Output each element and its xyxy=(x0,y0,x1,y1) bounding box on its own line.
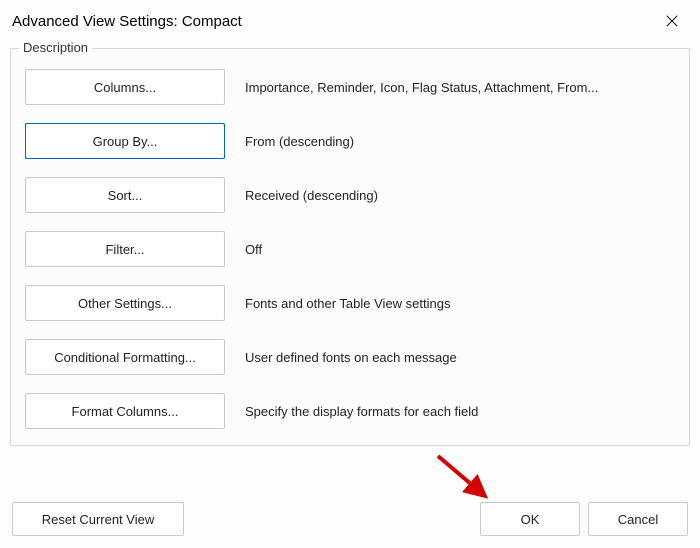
row-conditional-formatting: Conditional Formatting... User defined f… xyxy=(25,339,675,375)
format-columns-button[interactable]: Format Columns... xyxy=(25,393,225,429)
columns-button[interactable]: Columns... xyxy=(25,69,225,105)
group-by-button[interactable]: Group By... xyxy=(25,123,225,159)
sort-desc: Received (descending) xyxy=(245,188,378,203)
dialog-title: Advanced View Settings: Compact xyxy=(12,13,242,30)
row-sort: Sort... Received (descending) xyxy=(25,177,675,213)
dialog-footer: Reset Current View OK Cancel xyxy=(0,502,700,536)
close-button[interactable] xyxy=(658,7,686,35)
other-settings-button[interactable]: Other Settings... xyxy=(25,285,225,321)
reset-current-view-button[interactable]: Reset Current View xyxy=(12,502,184,536)
conditional-formatting-desc: User defined fonts on each message xyxy=(245,350,457,365)
row-other-settings: Other Settings... Fonts and other Table … xyxy=(25,285,675,321)
close-icon xyxy=(665,14,679,28)
ok-button[interactable]: OK xyxy=(480,502,580,536)
format-columns-desc: Specify the display formats for each fie… xyxy=(245,404,478,419)
row-group-by: Group By... From (descending) xyxy=(25,123,675,159)
conditional-formatting-button[interactable]: Conditional Formatting... xyxy=(25,339,225,375)
row-format-columns: Format Columns... Specify the display fo… xyxy=(25,393,675,429)
titlebar: Advanced View Settings: Compact xyxy=(0,0,700,42)
footer-left: Reset Current View xyxy=(12,502,184,536)
filter-desc: Off xyxy=(245,242,262,257)
other-settings-desc: Fonts and other Table View settings xyxy=(245,296,450,311)
description-fieldset: Description Columns... Importance, Remin… xyxy=(10,48,690,446)
filter-button[interactable]: Filter... xyxy=(25,231,225,267)
columns-desc: Importance, Reminder, Icon, Flag Status,… xyxy=(245,80,598,95)
fieldset-legend: Description xyxy=(19,40,92,55)
footer-right: OK Cancel xyxy=(480,502,688,536)
sort-button[interactable]: Sort... xyxy=(25,177,225,213)
annotation-arrow-icon xyxy=(430,448,500,508)
group-by-desc: From (descending) xyxy=(245,134,354,149)
cancel-button[interactable]: Cancel xyxy=(588,502,688,536)
row-filter: Filter... Off xyxy=(25,231,675,267)
row-columns: Columns... Importance, Reminder, Icon, F… xyxy=(25,69,675,105)
